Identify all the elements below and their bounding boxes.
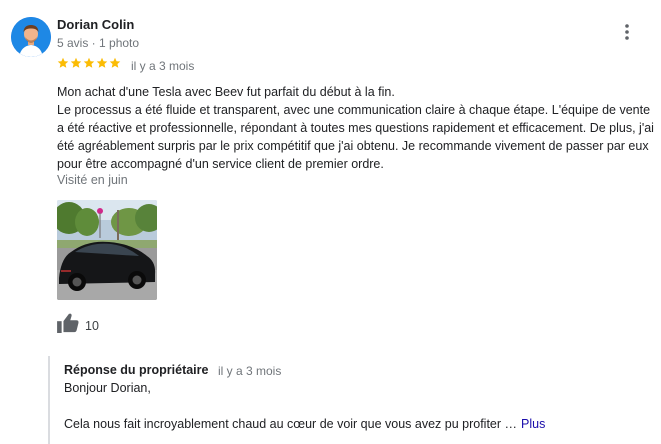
thumbs-up-icon [57,313,79,338]
owner-reply-date: il y a 3 mois [218,364,282,378]
review-text: Mon achat d'une Tesla avec Beev fut parf… [57,83,657,173]
owner-reply-text: Cela nous fait incroyablement chaud au c… [64,417,518,431]
like-button[interactable]: 10 [57,313,99,338]
review-date: il y a 3 mois [131,59,195,73]
review-photo[interactable] [57,200,157,300]
more-options-icon[interactable] [613,20,641,44]
review-card: Dorian Colin 5 avis · 1 photo il y a 3 m… [0,0,661,444]
author-name[interactable]: Dorian Colin [57,17,134,32]
like-count: 10 [85,318,99,333]
star-icon [70,57,82,68]
star-icon [83,57,95,68]
star-icon [57,57,69,68]
owner-reply-greeting: Bonjour Dorian, [64,381,151,395]
review-paragraph: Mon achat d'une Tesla avec Beev fut parf… [57,85,395,99]
owner-reply: Réponse du propriétaire il y a 3 mois Bo… [48,356,661,444]
star-icon [96,57,108,68]
avatar[interactable] [11,17,51,57]
owner-reply-body: Cela nous fait incroyablement chaud au c… [64,417,545,431]
author-meta: 5 avis · 1 photo [57,36,140,50]
star-icon [109,57,121,68]
more-link[interactable]: Plus [521,417,545,431]
star-rating [57,57,121,69]
owner-reply-title: Réponse du propriétaire [64,363,209,377]
visited-label: Visité en juin [57,173,128,187]
review-paragraph: Le processus a été fluide et transparent… [57,103,654,171]
